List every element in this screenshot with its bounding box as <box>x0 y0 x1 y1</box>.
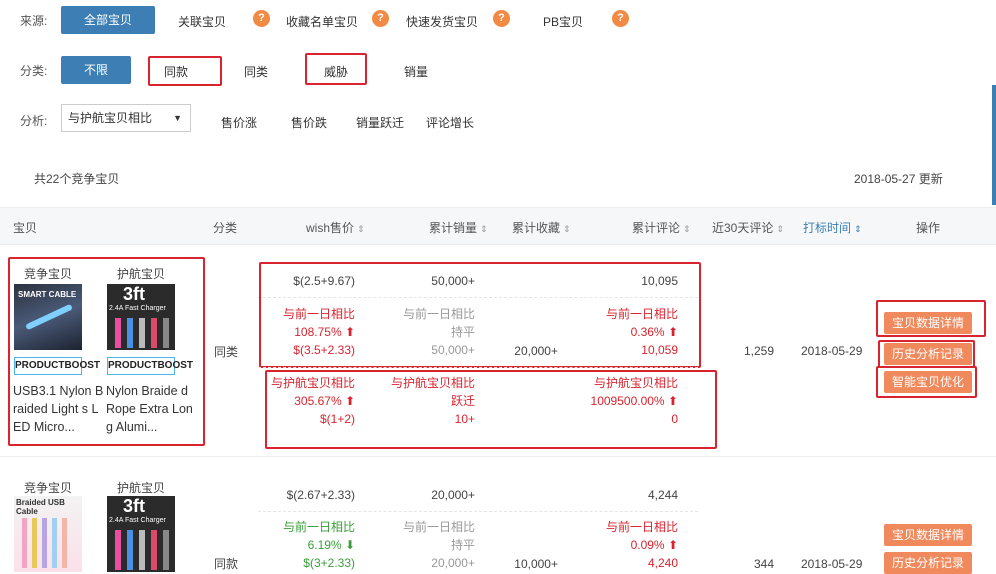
cable-graphic <box>127 530 133 570</box>
cable-graphic <box>163 530 169 570</box>
source-all-button[interactable]: 全部宝贝 <box>61 6 155 34</box>
recent-reviews-value: 1,259 <box>743 344 774 358</box>
header-tag-date[interactable]: 打标时间 ⇕ <box>803 219 862 236</box>
reviews-day-change: 0.09% ⬆ <box>630 538 678 552</box>
data-details-button[interactable]: 宝贝数据详情 <box>884 524 972 546</box>
category-all-button[interactable]: 不限 <box>61 56 131 84</box>
sales-day-label: 与前一日相比 <box>402 520 475 534</box>
source-favorites-option[interactable]: 收藏名单宝贝 <box>286 13 358 30</box>
reviews-day-label: 与前一日相比 <box>605 520 678 534</box>
help-icon[interactable]: ? <box>253 10 270 27</box>
reviews-day-value: 4,240 <box>647 556 678 570</box>
sort-icon: ⇕ <box>357 224 365 234</box>
competitor-count: 共22个竞争宝贝 <box>34 172 120 186</box>
recent-reviews-value: 344 <box>753 557 774 571</box>
table-header: 宝贝 分类 wish售价 ⇕ 累计销量 ⇕ 累计收藏 ⇕ 累计评论 ⇕ 近30天评论 ⇕ … <box>0 207 996 245</box>
sort-icon: ⇕ <box>480 224 488 234</box>
highlight-box <box>876 366 977 398</box>
cable-graphic <box>52 518 57 568</box>
analysis-sales-jump-option[interactable]: 销量跃迁 <box>356 114 404 131</box>
category-label: 分类: <box>20 64 48 78</box>
category-similar-option[interactable]: 同类 <box>244 63 268 80</box>
analysis-label: 分析: <box>20 114 48 128</box>
source-label: 来源: <box>20 14 48 28</box>
cable-graphic <box>22 518 27 568</box>
cable-graphic <box>62 518 67 568</box>
thumbnail-caption: 3ft <box>123 496 145 516</box>
analysis-select[interactable]: 与护航宝贝相比 ▼ <box>61 104 191 132</box>
highlight-box <box>305 53 367 85</box>
sales-value: 20,000+ <box>431 488 475 502</box>
thumbnail-caption: Braided USB Cable <box>16 498 65 516</box>
category-value: 同类 <box>214 345 239 359</box>
tag-date-value: 2018-05-29 <box>801 557 863 571</box>
highlight-box <box>265 370 717 449</box>
thumbnail-subcaption: 2.4A Fast Charger <box>109 517 166 524</box>
reviews-value: 4,244 <box>647 488 678 502</box>
sort-icon: ⇕ <box>563 224 571 234</box>
source-pb-option[interactable]: PB宝贝 <box>543 13 583 30</box>
row-separator <box>0 456 996 457</box>
sort-icon: ⇕ <box>854 224 862 234</box>
cable-graphic <box>32 518 37 568</box>
category-sales-option[interactable]: 销量 <box>404 63 428 80</box>
highlight-box <box>259 262 701 368</box>
highlight-box <box>878 340 975 368</box>
favorites-value: 10,000+ <box>514 557 558 571</box>
header-reviews[interactable]: 累计评论 ⇕ <box>632 219 691 236</box>
header-recent-reviews[interactable]: 近30天评论 ⇕ <box>712 219 784 236</box>
scrollbar[interactable] <box>992 85 996 205</box>
sort-icon: ⇕ <box>683 224 691 234</box>
highlight-box <box>148 56 222 86</box>
analysis-select-value: 与护航宝贝相比 <box>68 111 153 125</box>
highlight-box <box>876 300 986 337</box>
sales-day-status: 持平 <box>450 538 475 552</box>
caret-down-icon: ▼ <box>173 113 182 123</box>
analysis-price-up-option[interactable]: 售价涨 <box>221 114 257 131</box>
competitor-label: 竞争宝贝 <box>24 481 73 495</box>
header-category: 分类 <box>213 221 238 235</box>
header-favorites[interactable]: 累计收藏 ⇕ <box>512 219 571 236</box>
analysis-review-growth-option[interactable]: 评论增长 <box>426 114 474 131</box>
cable-graphic <box>139 530 145 570</box>
analysis-price-down-option[interactable]: 售价跌 <box>291 114 327 131</box>
tag-date-value: 2018-05-29 <box>801 344 863 358</box>
help-icon[interactable]: ? <box>612 10 629 27</box>
update-time: 2018-05-27 更新 <box>854 172 943 186</box>
row-divider <box>258 367 698 368</box>
price-value: $(2.67+2.33) <box>286 488 355 502</box>
source-related-option[interactable]: 关联宝贝 <box>178 13 226 30</box>
source-fast-ship-option[interactable]: 快速发货宝贝 <box>406 13 478 30</box>
price-day-change: 6.19% ⬇ <box>307 538 355 552</box>
cable-graphic <box>151 530 157 570</box>
sort-icon: ⇕ <box>776 224 784 234</box>
header-actions: 操作 <box>916 221 941 235</box>
help-icon[interactable]: ? <box>372 10 389 27</box>
price-day-label: 与前一日相比 <box>282 520 355 534</box>
header-price[interactable]: wish售价 ⇕ <box>306 219 365 236</box>
cable-graphic <box>42 518 47 568</box>
escort-label: 护航宝贝 <box>117 481 166 495</box>
competitor-thumbnail[interactable]: Braided USB Cable <box>14 496 82 572</box>
history-analysis-button[interactable]: 历史分析记录 <box>884 552 972 574</box>
header-product: 宝贝 <box>13 221 38 235</box>
cable-graphic <box>115 530 121 570</box>
highlight-box <box>8 257 205 446</box>
price-day-value: $(3+2.33) <box>303 556 355 570</box>
help-icon[interactable]: ? <box>493 10 510 27</box>
category-value: 同款 <box>214 557 239 571</box>
header-sales[interactable]: 累计销量 ⇕ <box>429 219 488 236</box>
row-divider <box>258 511 698 512</box>
escort-thumbnail[interactable]: 3ft 2.4A Fast Charger <box>107 496 175 572</box>
